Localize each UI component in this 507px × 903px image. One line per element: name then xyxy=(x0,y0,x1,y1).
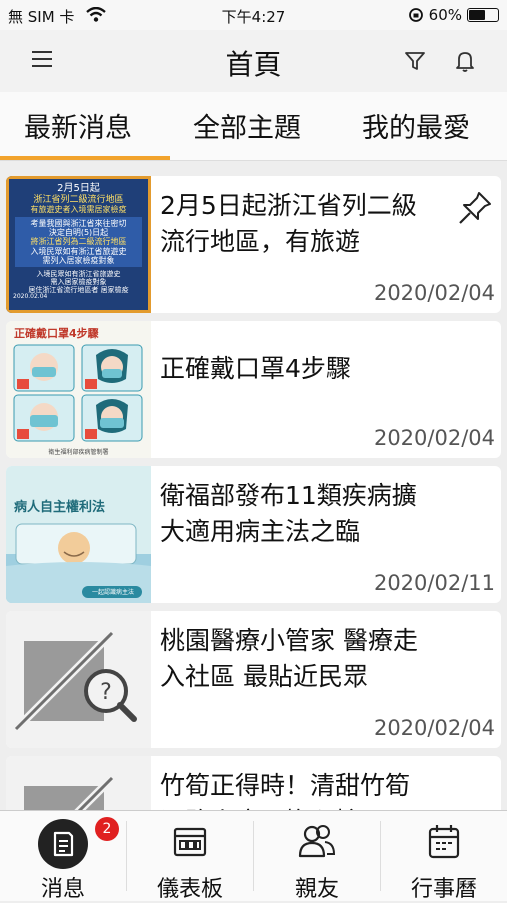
thumb-text: 浙江省列二級流行地區 xyxy=(33,194,124,205)
top-app-bar: 首頁 xyxy=(0,30,507,92)
news-title[interactable]: 桃園醫療小管家 醫療走入社區 最貼近民眾 xyxy=(160,623,430,695)
news-card[interactable]: ? 桃園醫療小管家 醫療走入社區 最貼近民眾 2020/02/04 xyxy=(6,611,501,748)
news-title[interactable]: 正確戴口罩4步驟 xyxy=(160,351,430,387)
tabbar-label: 儀表板 xyxy=(156,877,223,902)
calendar-icon xyxy=(428,825,460,859)
friends-icon xyxy=(298,825,336,858)
thumb-date: 2020.02.04 xyxy=(13,293,48,301)
battery-percent: 60% xyxy=(428,6,462,24)
tabbar-label: 消息 xyxy=(40,877,85,902)
news-title[interactable]: 衛福部發布11類疾病擴大適用病主法之臨 xyxy=(160,478,430,550)
tab-latest-news[interactable]: 最新消息 xyxy=(24,106,132,145)
news-title[interactable]: 2月5日起浙江省列二級流行地區，有旅遊 xyxy=(160,188,430,260)
thumb-text: 需入居家檢疫對象 xyxy=(50,278,107,287)
news-title[interactable]: 竹筍正得時！清甜竹筍退路火麼，擔心糖 xyxy=(160,768,430,810)
dashboard-icon xyxy=(173,827,207,857)
battery-icon xyxy=(467,8,499,22)
thumb-text: 衛生福利部疾病管制署 xyxy=(48,449,109,456)
news-date: 2020/02/04 xyxy=(373,426,495,450)
tabbar-label: 親友 xyxy=(294,877,339,902)
thumb-text: 考量我國與浙江省來往密切 xyxy=(30,219,127,229)
news-icon xyxy=(38,819,88,869)
bottom-tab-bar: 2 消息 儀表板 親友 行事曆 xyxy=(0,810,507,902)
tab-bar: 最新消息 全部主題 我的最愛 xyxy=(0,92,507,161)
page-title: 首頁 xyxy=(225,48,282,81)
thumb-text: 需列入居家檢疫對象 xyxy=(42,255,115,265)
thumb-text: 2月5日起 xyxy=(57,183,100,194)
thumb-text: 一起認識病主法 xyxy=(91,589,134,596)
news-date: 2020/02/11 xyxy=(373,571,495,595)
thumb-text: 將浙江省列為二級流行地區 xyxy=(30,237,127,247)
image-unavailable-icon xyxy=(24,776,114,810)
news-list[interactable]: 2月5日起 浙江省列二級流行地區 有旅遊史者入境需居家檢疫 考量我國與浙江省來往… xyxy=(0,168,507,810)
tabbar-item-friends[interactable]: 親友 xyxy=(254,811,380,902)
status-bar: 無 SIM 卡 下午4:27 60% xyxy=(0,0,507,30)
svg-text:?: ? xyxy=(100,680,112,705)
bell-icon[interactable] xyxy=(454,49,476,73)
news-thumbnail: 病人自主權利法 一起認識病主法 xyxy=(6,466,151,603)
tabbar-item-calendar[interactable]: 行事曆 xyxy=(381,811,507,902)
image-unavailable-icon: ? xyxy=(14,631,137,731)
news-thumbnail: 2月5日起 浙江省列二級流行地區 有旅遊史者入境需居家檢疫 考量我國與浙江省來往… xyxy=(6,176,151,313)
news-date: 2020/02/04 xyxy=(373,716,495,740)
news-card[interactable]: 正確戴口罩4步驟 衛生福利部疾病管制署 正確戴口罩4步驟 2020/02/04 xyxy=(6,321,501,458)
mask-steps-illustration xyxy=(13,344,143,442)
thumb-text: 有旅遊史者入境需居家檢疫 xyxy=(30,204,127,214)
news-card[interactable]: 2月5日起 浙江省列二級流行地區 有旅遊史者入境需居家檢疫 考量我國與浙江省來往… xyxy=(6,176,501,313)
news-date: 2020/02/04 xyxy=(373,281,495,305)
news-card[interactable]: 竹筍正得時！清甜竹筍退路火麼，擔心糖 xyxy=(6,756,501,810)
orientation-lock-icon xyxy=(408,8,423,22)
thumb-text: 病人自主權利法 xyxy=(14,500,106,515)
tab-my-favorites[interactable]: 我的最愛 xyxy=(362,106,470,145)
tabbar-item-dashboard[interactable]: 儀表板 xyxy=(127,811,253,902)
news-thumbnail xyxy=(6,756,151,810)
thumb-text: 正確戴口罩4步驟 xyxy=(14,327,99,340)
tabbar-label: 行事曆 xyxy=(410,877,477,902)
filter-icon[interactable] xyxy=(403,49,427,73)
thumb-text: 入境民眾如有浙江省旅遊史 xyxy=(30,246,127,256)
active-tab-indicator xyxy=(0,156,170,160)
tab-all-topics[interactable]: 全部主題 xyxy=(193,106,301,145)
notification-badge: 2 xyxy=(95,817,119,841)
news-card[interactable]: 病人自主權利法 一起認識病主法 衛福部發布11類疾病擴大適用病主法之臨 2020… xyxy=(6,466,501,603)
news-thumbnail: 正確戴口罩4步驟 衛生福利部疾病管制署 xyxy=(6,321,151,458)
thumb-text: 入境民眾如有浙江省旅遊史 xyxy=(36,269,121,278)
pin-icon[interactable] xyxy=(457,190,493,226)
news-thumbnail: ? xyxy=(6,611,151,748)
tabbar-item-news[interactable]: 2 消息 xyxy=(0,811,126,902)
